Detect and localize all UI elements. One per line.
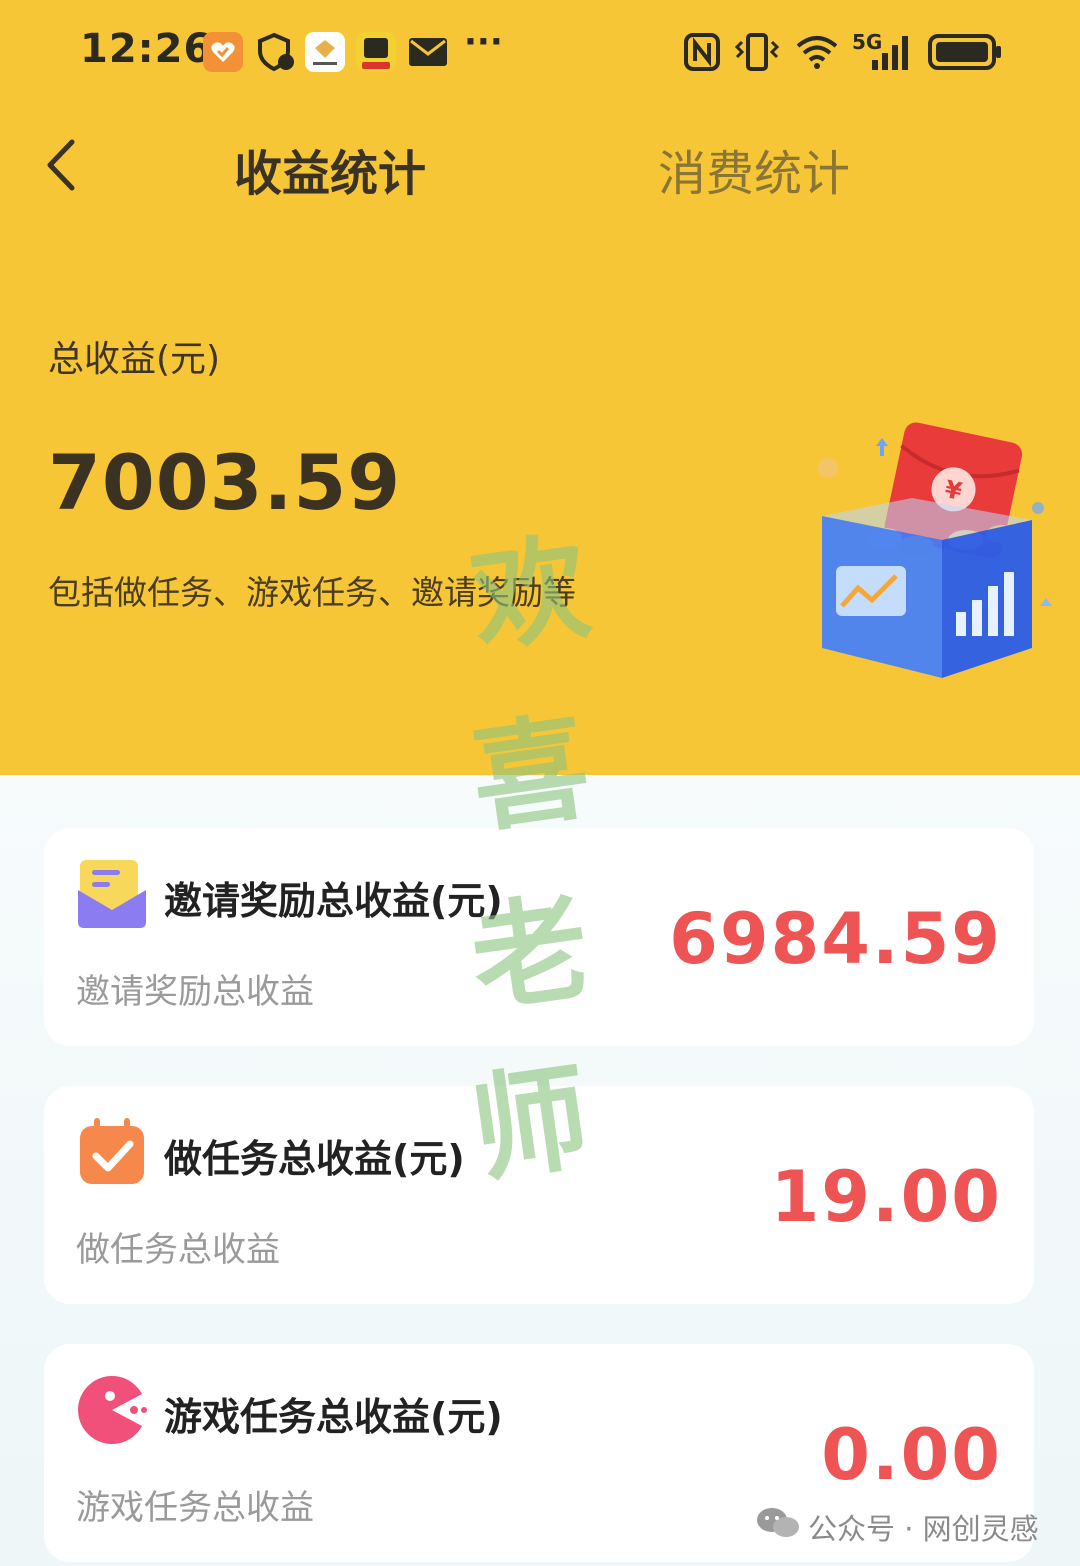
invite-reward-title: 邀请奖励总收益(元) bbox=[164, 879, 503, 923]
wechat-icon bbox=[757, 1508, 799, 1537]
task-income-subtitle: 做任务总收益 bbox=[76, 1230, 280, 1270]
envelope-icon bbox=[78, 860, 146, 928]
battery-icon bbox=[928, 34, 1001, 70]
game-task-income-amount: 0.00 bbox=[821, 1414, 1002, 1496]
total-income-description: 包括做任务、游戏任务、邀请奖励等 bbox=[48, 573, 576, 612]
vibrate-icon bbox=[734, 33, 780, 71]
invite-reward-amount: 6984.59 bbox=[669, 898, 1002, 980]
tab-income-stats[interactable]: 收益统计 bbox=[234, 134, 426, 204]
qu-app-icon bbox=[356, 32, 396, 72]
invite-reward-card[interactable]: 邀请奖励总收益(元) 邀请奖励总收益 6984.59 bbox=[44, 828, 1034, 1046]
nfc-icon bbox=[684, 33, 720, 71]
invite-reward-subtitle: 邀请奖励总收益 bbox=[76, 972, 314, 1012]
shield-notification-icon bbox=[258, 32, 294, 72]
honor-app-icon bbox=[305, 32, 345, 72]
status-time: 12:26 bbox=[80, 26, 213, 72]
calendar-check-icon bbox=[80, 1118, 144, 1184]
total-income-label: 总收益(元) bbox=[48, 339, 221, 380]
mail-icon bbox=[409, 38, 447, 66]
game-task-income-subtitle: 游戏任务总收益 bbox=[76, 1488, 314, 1528]
task-income-card[interactable]: 做任务总收益(元) 做任务总收益 19.00 bbox=[44, 1086, 1034, 1304]
cellular-signal-icon bbox=[872, 36, 908, 70]
tab-spending-stats[interactable]: 消费统计 bbox=[658, 134, 850, 204]
game-task-income-title: 游戏任务总收益(元) bbox=[164, 1395, 503, 1439]
task-income-amount: 19.00 bbox=[770, 1156, 1002, 1238]
task-income-title: 做任务总收益(元) bbox=[164, 1137, 465, 1181]
wifi-icon bbox=[796, 36, 838, 69]
red-envelope-box-illustration: ¥ bbox=[818, 422, 1052, 678]
heart-app-icon bbox=[203, 32, 243, 72]
back-button[interactable] bbox=[36, 130, 96, 200]
game-pacman-icon bbox=[78, 1376, 147, 1444]
more-notifications-icon: ··· bbox=[464, 22, 503, 62]
status-bar: 12:26 ··· 5G bbox=[0, 20, 1080, 84]
total-income-value: 7003.59 bbox=[48, 438, 402, 527]
source-watermark-text: 公众号 · 网创灵感 bbox=[808, 1512, 1039, 1546]
